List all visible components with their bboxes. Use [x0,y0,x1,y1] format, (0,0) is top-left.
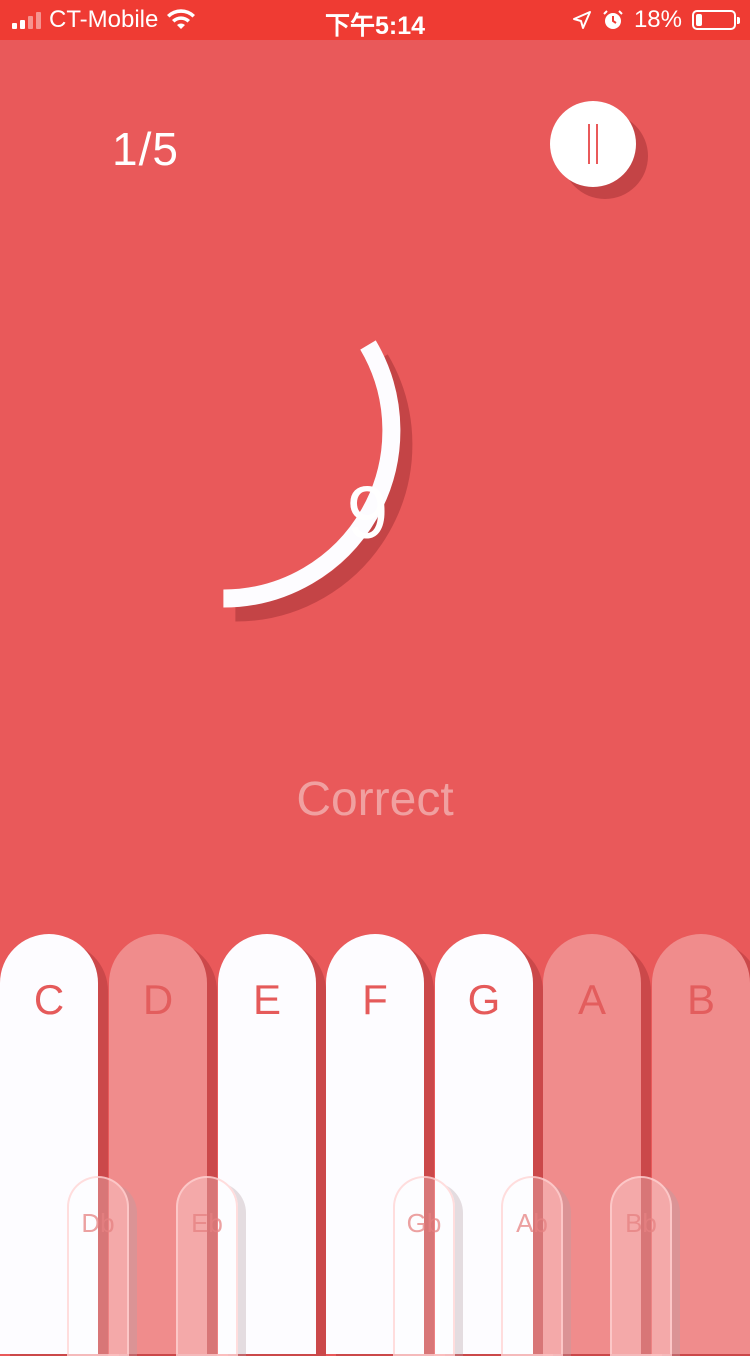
key-ab-label: Ab [516,1208,548,1238]
question-progress: 1/5 [112,123,179,175]
battery-icon [692,10,740,30]
battery-fill [696,14,702,26]
battery-percent: 18% [633,6,682,33]
key-eb-label: Eb [191,1208,223,1238]
alarm-icon [603,10,623,29]
key-bb[interactable]: Bb [610,1176,672,1356]
key-db[interactable]: Db [67,1176,129,1356]
key-bb-label: Bb [625,1208,657,1238]
key-gb-label: Gb [406,1208,442,1238]
key-a-label: A [577,976,606,1023]
key-eb[interactable]: Eb [176,1176,238,1356]
status-bar: CT-Mobile 下午5:14 18% [0,0,750,40]
answer-feedback: Correct [296,773,454,826]
countdown-number: 9 [346,471,389,554]
key-f-label: F [362,976,388,1023]
key-e-label: E [252,976,281,1023]
location-arrow-icon [572,11,591,29]
key-c-label: C [33,976,65,1023]
status-right: 18% [572,6,740,34]
key-db-label: Db [81,1208,115,1238]
key-g-label: G [467,976,501,1023]
pause-icon [588,124,598,164]
key-b-label: B [686,976,715,1023]
key-ab[interactable]: Ab [501,1176,563,1356]
key-gb[interactable]: Gb [393,1176,455,1356]
pause-button[interactable] [550,101,636,187]
key-d-label: D [142,976,174,1023]
